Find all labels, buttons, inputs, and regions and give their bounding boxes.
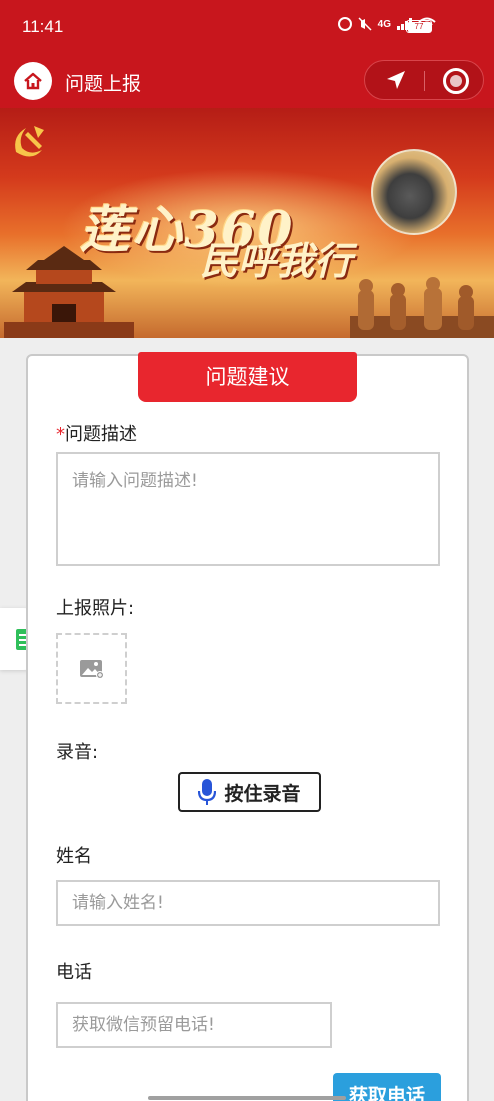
miniapp-capsule [364, 60, 484, 100]
description-label-text: 问题描述 [65, 424, 137, 445]
hold-to-record-label: 按住录音 [224, 782, 301, 805]
location-arrow-icon[interactable] [385, 69, 407, 91]
name-label: 姓名 [56, 846, 92, 867]
party-emblem-icon [15, 126, 44, 157]
description-textarea[interactable]: 请输入问题描述! [56, 452, 440, 566]
mute-icon [358, 17, 372, 31]
banner-slogan-line2: 民呼我行 [200, 238, 353, 283]
photo-label: 上报照片: [56, 598, 135, 619]
page-title: 问题上报 [65, 73, 142, 95]
name-input[interactable]: 请输入姓名! [56, 880, 440, 926]
recording-label: 录音: [56, 742, 99, 763]
image-add-icon [79, 659, 104, 679]
battery-icon: 77 [406, 20, 432, 33]
tab-suggestion[interactable]: 问题建议 [138, 352, 357, 402]
microphone-icon [198, 779, 217, 805]
report-form-card: 问题建议 *问题描述 请输入问题描述! 上报照片: 录音: 按住录音 姓名 请输… [26, 352, 469, 1101]
miniapp-close-icon[interactable] [443, 68, 469, 94]
nav-bar: 问题上报 [0, 56, 494, 108]
get-phone-button[interactable]: 获取电话 [333, 1073, 441, 1101]
required-mark: * [56, 424, 65, 445]
banner: 莲心360 民呼我行 [0, 108, 494, 338]
battery-level: 77 [407, 21, 431, 32]
photo-upload[interactable] [56, 633, 127, 704]
phone-label: 电话 [56, 962, 92, 983]
hold-to-record-button[interactable]: 按住录音 [178, 772, 321, 812]
phone-input[interactable]: 获取微信预留电话! [56, 1002, 332, 1048]
status-time: 11:41 [22, 17, 64, 36]
home-button[interactable] [14, 62, 52, 100]
bell-tower-illustration [4, 246, 134, 338]
home-indicator[interactable] [148, 1096, 346, 1100]
capsule-divider [424, 71, 425, 91]
status-bar: 11:41 4G 77 [0, 0, 494, 56]
home-icon [24, 72, 42, 90]
description-label: *问题描述 [56, 420, 137, 446]
terracotta-warriors-illustration [350, 277, 494, 338]
network-type: 4G [377, 18, 391, 30]
user-avatar[interactable] [371, 149, 457, 235]
alarm-icon [337, 17, 352, 31]
